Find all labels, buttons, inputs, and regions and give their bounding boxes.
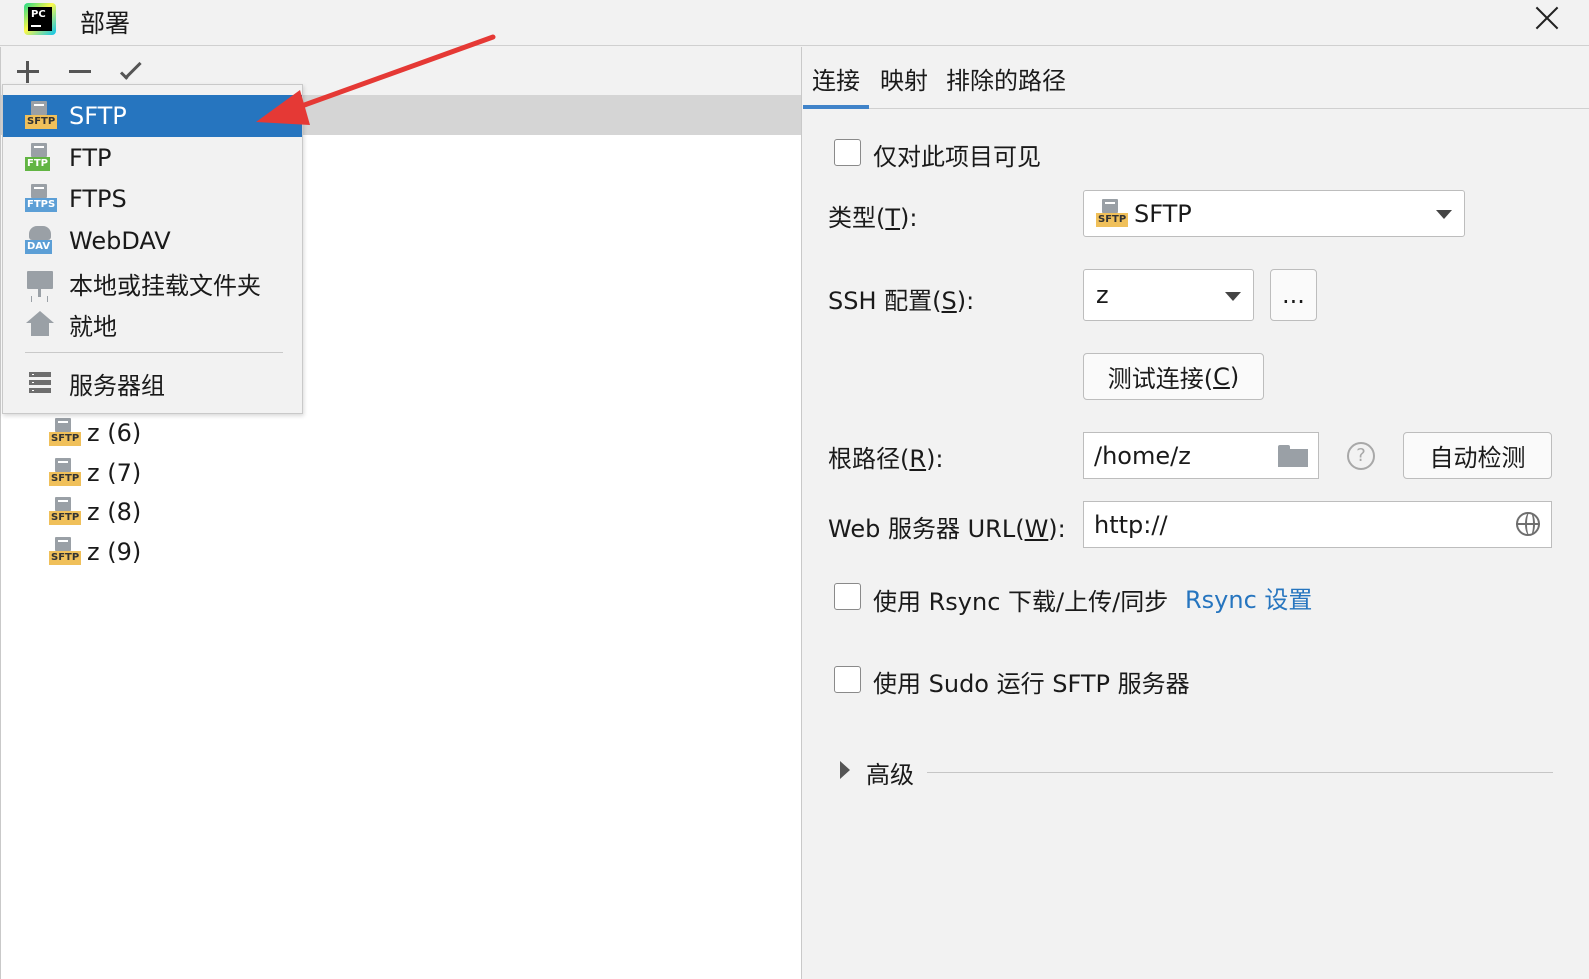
server-item-label: z (8)	[87, 498, 142, 526]
popup-item-server-group[interactable]: 服务器组	[3, 362, 302, 404]
active-tab-indicator	[803, 105, 869, 109]
sftp-icon: SFTP	[49, 537, 82, 567]
sftp-icon: SFTP	[49, 458, 82, 488]
window-title: 部署	[80, 9, 131, 38]
rsync-checkbox[interactable]	[834, 583, 861, 610]
ssh-config-label: SSH 配置(S):	[828, 287, 975, 315]
popup-item-sftp[interactable]: SFTP SFTP	[3, 95, 302, 137]
root-path-input[interactable]: /home/z	[1083, 432, 1319, 479]
server-item[interactable]: SFTP z (9)	[49, 534, 141, 570]
ssh-config-value: z	[1096, 281, 1109, 309]
chevron-down-icon	[1225, 292, 1241, 301]
close-icon[interactable]	[1530, 2, 1564, 36]
server-item-label: z (6)	[87, 419, 142, 447]
server-item[interactable]: SFTP z (8)	[49, 494, 141, 530]
server-item-label: z (7)	[87, 459, 142, 487]
tab-excluded-paths[interactable]: 排除的路径	[946, 61, 1066, 96]
title-bar: PC 部署	[0, 0, 1589, 46]
rsync-settings-link[interactable]: Rsync 设置	[1185, 580, 1312, 615]
webdav-icon: DAV	[25, 226, 55, 256]
popup-item-webdav[interactable]: DAV WebDAV	[3, 220, 302, 262]
ftps-icon: FTPS	[25, 184, 58, 214]
chevron-down-icon	[1436, 210, 1452, 219]
chevron-right-icon[interactable]	[840, 761, 850, 779]
popup-separator	[25, 352, 283, 353]
popup-item-label: 服务器组	[69, 371, 165, 400]
advanced-section-label[interactable]: 高级	[866, 755, 914, 790]
popup-item-label: FTP	[69, 144, 112, 172]
ssh-config-more-button[interactable]: ...	[1270, 269, 1317, 321]
server-group-icon	[25, 368, 55, 398]
server-item[interactable]: SFTP z (7)	[49, 455, 141, 491]
ftp-icon: FTP	[25, 143, 55, 173]
popup-item-label: WebDAV	[69, 227, 171, 255]
sftp-icon: SFTP	[1096, 198, 1129, 229]
pycharm-icon: PC	[24, 3, 56, 35]
root-path-label: 根路径(R):	[828, 445, 944, 473]
globe-icon[interactable]	[1516, 512, 1540, 536]
popup-item-mounted-folder[interactable]: 本地或挂载文件夹	[3, 262, 302, 304]
advanced-separator	[927, 772, 1553, 773]
sftp-icon: SFTP	[49, 418, 82, 448]
rsync-label: 使用 Rsync 下载/上传/同步	[873, 588, 1169, 616]
settings-tabs: 连接 映射 排除的路径	[803, 47, 1589, 109]
visible-only-project-checkbox[interactable]	[834, 139, 861, 166]
server-settings-panel: 连接 映射 排除的路径 仅对此项目可见 类型(T): SFTP SFTP SSH…	[803, 47, 1589, 979]
popup-item-ftp[interactable]: FTP FTP	[3, 137, 302, 179]
popup-item-in-place[interactable]: 就地	[3, 303, 302, 345]
popup-item-label: 就地	[69, 312, 117, 341]
sudo-label: 使用 Sudo 运行 SFTP 服务器	[873, 670, 1190, 698]
folder-open-icon[interactable]	[1278, 445, 1308, 467]
autodetect-button[interactable]: 自动检测	[1403, 432, 1552, 479]
add-server-popup: SFTP SFTP FTP FTP FTPS FTPS DAV WebDAV 本…	[2, 84, 303, 414]
sftp-icon: SFTP	[25, 101, 58, 131]
web-server-url-input[interactable]: http://	[1083, 501, 1552, 548]
popup-item-label: FTPS	[69, 185, 127, 213]
type-select-value: SFTP	[1134, 199, 1192, 228]
web-server-url-label: Web 服务器 URL(W):	[828, 515, 1066, 543]
root-path-value: /home/z	[1094, 441, 1191, 470]
tab-mappings[interactable]: 映射	[880, 61, 928, 96]
server-item-label: z (9)	[87, 538, 142, 566]
popup-item-ftps[interactable]: FTPS FTPS	[3, 178, 302, 220]
popup-item-label: 本地或挂载文件夹	[69, 271, 261, 300]
mounted-folder-icon	[25, 268, 55, 298]
type-label: 类型(T):	[828, 204, 918, 232]
visible-only-project-label: 仅对此项目可见	[873, 143, 1041, 171]
home-icon	[25, 309, 55, 339]
sftp-icon: SFTP	[49, 497, 82, 527]
tab-connection[interactable]: 连接	[812, 61, 860, 96]
type-select[interactable]: SFTP SFTP	[1083, 190, 1465, 237]
sudo-checkbox[interactable]	[834, 666, 861, 693]
ssh-config-select[interactable]: z	[1083, 269, 1254, 321]
popup-item-label: SFTP	[69, 102, 127, 130]
server-item[interactable]: SFTP z (6)	[49, 415, 141, 451]
help-icon[interactable]: ?	[1347, 442, 1375, 470]
test-connection-button[interactable]: 测试连接(C)	[1083, 353, 1264, 400]
web-server-url-value: http://	[1094, 510, 1168, 539]
